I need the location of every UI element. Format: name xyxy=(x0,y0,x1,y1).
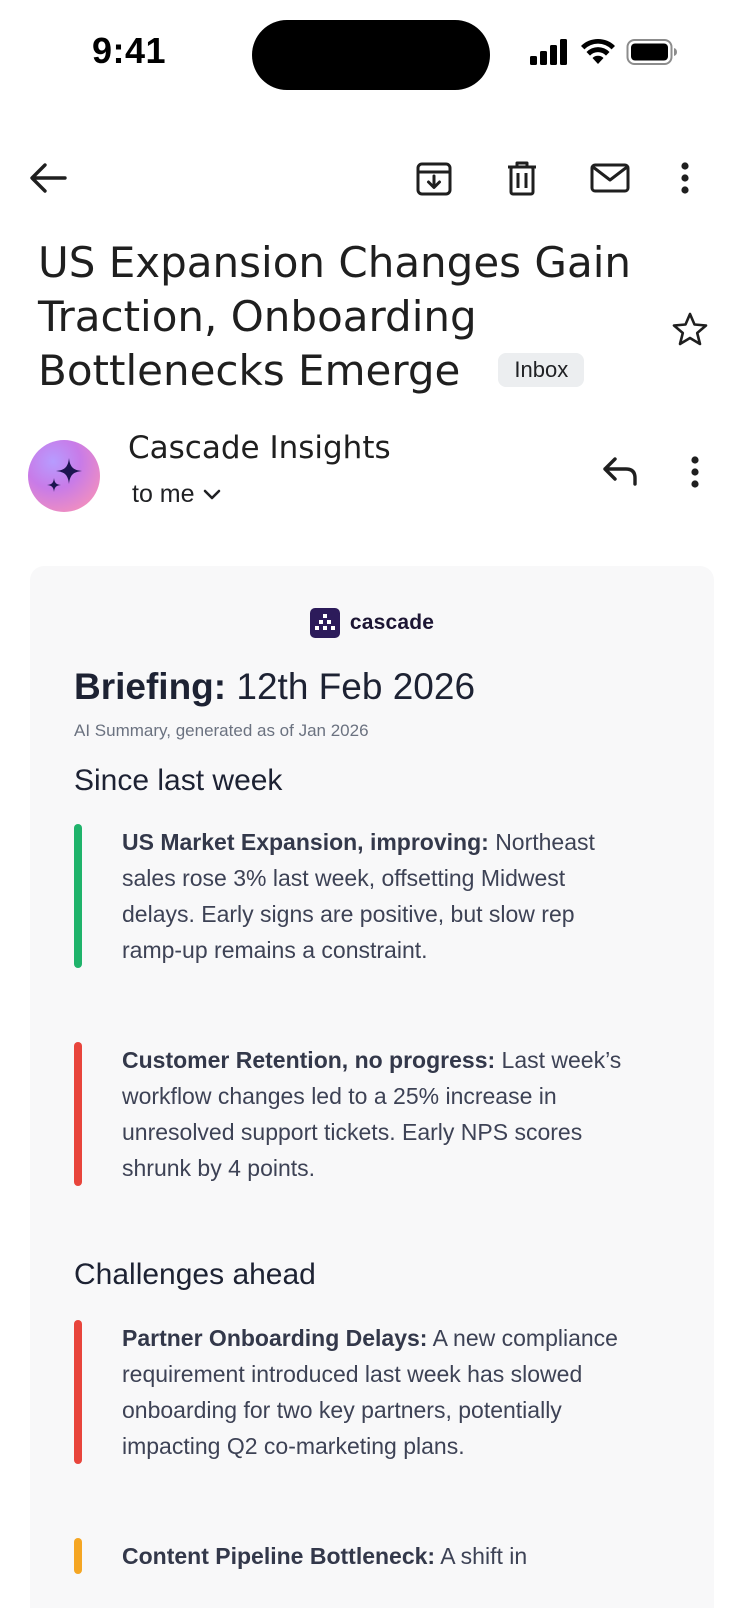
wifi-icon xyxy=(581,38,615,64)
section-heading-since-last-week: Since last week xyxy=(74,764,283,797)
sparkle-icon xyxy=(47,458,82,492)
back-button[interactable] xyxy=(28,150,68,206)
reply-icon xyxy=(603,457,637,486)
update-lead: US Market Expansion, improving: xyxy=(122,829,489,855)
archive-icon xyxy=(416,162,452,196)
update-item: US Market Expansion, improving: Northeas… xyxy=(74,824,634,968)
cascade-logo: cascade xyxy=(30,608,714,638)
status-bar: 9:41 xyxy=(0,0,743,110)
battery-icon xyxy=(626,39,677,65)
briefing-date: 12th Feb 2026 xyxy=(236,666,476,707)
status-time: 9:41 xyxy=(92,30,167,71)
briefing-label: Briefing: xyxy=(74,666,227,707)
archive-button[interactable] xyxy=(416,150,452,206)
update-text: Customer Retention, no progress: Last we… xyxy=(122,1042,634,1186)
chevron-down-icon xyxy=(203,489,220,499)
challenge-body: A shift in xyxy=(440,1543,528,1569)
status-bar-indicator xyxy=(74,1042,82,1186)
briefing-subtitle: AI Summary, generated as of Jan 2026 xyxy=(74,721,369,740)
trash-icon xyxy=(508,161,536,196)
email-toolbar xyxy=(0,150,743,210)
delete-button[interactable] xyxy=(506,150,538,206)
star-icon xyxy=(672,312,708,346)
sender-name[interactable]: Cascade Insights xyxy=(128,430,391,466)
recipient-text: to me xyxy=(132,480,195,508)
cascade-logo-icon xyxy=(309,608,340,638)
email-body: cascade Briefing: 12th Feb 2026 AI Summa… xyxy=(30,566,714,1608)
more-vertical-icon xyxy=(681,162,689,194)
recipient-toggle[interactable]: to me xyxy=(132,480,221,509)
mark-unread-button[interactable] xyxy=(590,150,630,206)
dynamic-island xyxy=(252,20,490,90)
email-subject: US Expansion Changes Gain Traction, Onbo… xyxy=(38,236,638,398)
challenge-text: Content Pipeline Bottleneck: A shift in xyxy=(122,1538,634,1574)
status-bar-indicator xyxy=(74,1538,82,1574)
challenge-item: Partner Onboarding Delays: A new complia… xyxy=(74,1320,634,1464)
inbox-label-badge[interactable]: Inbox xyxy=(498,352,585,387)
briefing-title: Briefing: 12th Feb 2026 xyxy=(74,666,475,708)
cellular-signal-icon xyxy=(530,39,567,65)
status-bar-indicator xyxy=(74,1320,82,1464)
cascade-logo-text: cascade xyxy=(349,611,435,634)
section-heading-challenges-ahead: Challenges ahead xyxy=(74,1258,316,1291)
more-vertical-icon xyxy=(691,456,699,488)
star-button[interactable] xyxy=(672,312,708,351)
status-bar-indicator xyxy=(74,824,82,968)
update-text: US Market Expansion, improving: Northeas… xyxy=(122,824,634,968)
challenge-lead: Partner Onboarding Delays: xyxy=(122,1325,428,1351)
update-item: Customer Retention, no progress: Last we… xyxy=(74,1042,634,1186)
back-arrow-icon xyxy=(30,163,67,193)
status-icons xyxy=(530,38,678,66)
more-options-button[interactable] xyxy=(678,150,692,206)
mail-icon xyxy=(590,163,630,193)
challenge-text: Partner Onboarding Delays: A new complia… xyxy=(122,1320,634,1464)
reply-button[interactable] xyxy=(602,456,638,491)
update-lead: Customer Retention, no progress: xyxy=(122,1047,496,1073)
sender-avatar[interactable] xyxy=(28,440,100,512)
sender-more-button[interactable] xyxy=(690,456,700,493)
challenge-item: Content Pipeline Bottleneck: A shift in xyxy=(74,1538,634,1574)
challenge-lead: Content Pipeline Bottleneck: xyxy=(122,1543,436,1569)
